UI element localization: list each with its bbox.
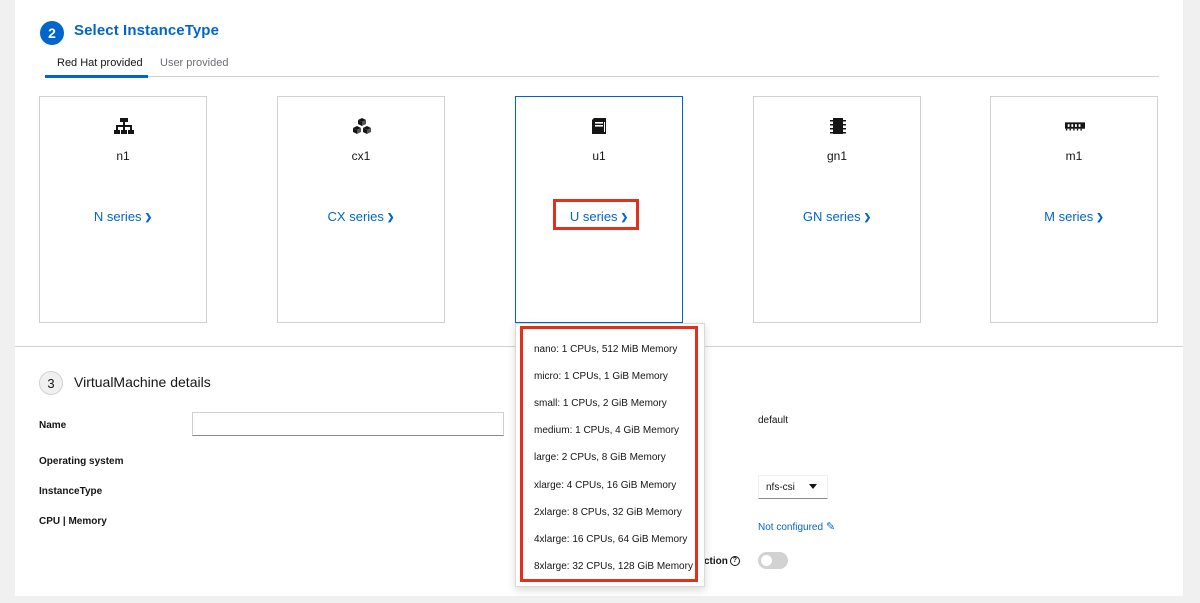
instancetype-label: InstanceType xyxy=(39,486,103,497)
name-input[interactable] xyxy=(192,412,504,436)
storage-class-value: nfs-csi xyxy=(766,482,795,493)
annotation-highlight-box xyxy=(553,199,639,230)
instancetype-card-n1[interactable]: n1 N series ❯ xyxy=(39,96,207,323)
pencil-icon: ✎ xyxy=(826,521,836,533)
series-label: CX series xyxy=(327,209,384,224)
instancetype-card-u1[interactable]: u1 U series ❯ xyxy=(515,96,683,323)
card-name: cx1 xyxy=(351,149,371,163)
active-tab-indicator xyxy=(45,75,148,78)
card-name: n1 xyxy=(116,149,130,163)
sitemap-icon xyxy=(114,117,134,135)
instancetype-card-gn1[interactable]: gn1 GN series ❯ xyxy=(753,96,921,323)
section-title-instancetype: Select InstanceType xyxy=(74,22,220,39)
namespace-value: default xyxy=(758,415,789,426)
series-label: GN series xyxy=(802,209,861,224)
section-title-vm-details: VirtualMachine details xyxy=(74,374,211,390)
chevron-down-icon: ❯ xyxy=(1096,212,1104,222)
instancetype-tabs: Red Hat provided User provided xyxy=(45,50,1159,78)
series-dropdown-toggle[interactable]: M series ❯ xyxy=(991,209,1157,224)
tab-red-hat-provided[interactable]: Red Hat provided xyxy=(57,57,143,69)
series-dropdown-toggle[interactable]: CX series ❯ xyxy=(278,209,444,224)
toggle-label: ction? xyxy=(704,556,740,567)
storage-class-select[interactable]: nfs-csi xyxy=(758,475,828,499)
card-name: u1 xyxy=(592,149,606,163)
feature-toggle-switch[interactable] xyxy=(758,552,788,569)
not-configured-link[interactable]: Not configured ✎ xyxy=(758,520,835,533)
name-label: Name xyxy=(39,420,67,431)
step-number-badge: 2 xyxy=(40,21,64,45)
tab-user-provided[interactable]: User provided xyxy=(160,57,228,69)
chevron-down-icon: ❯ xyxy=(863,212,872,222)
page-edge xyxy=(15,596,1183,603)
cpu-memory-label: CPU | Memory xyxy=(39,516,107,527)
instancetype-card-cx1[interactable]: cx1 CX series ❯ xyxy=(277,96,445,323)
series-label: M series xyxy=(1044,209,1094,224)
card-name: m1 xyxy=(1065,149,1083,163)
server-icon xyxy=(590,117,610,135)
chevron-down-icon: ❯ xyxy=(386,212,395,222)
series-label: N series xyxy=(93,209,142,224)
card-name: gn1 xyxy=(826,149,848,163)
operating-system-label: Operating system xyxy=(39,456,124,467)
memory-icon xyxy=(1065,117,1085,135)
toggle-knob xyxy=(761,555,772,566)
series-dropdown-toggle[interactable]: N series ❯ xyxy=(40,209,206,224)
cubes-icon xyxy=(352,117,372,135)
chip-icon xyxy=(828,117,848,135)
chevron-down-icon: ❯ xyxy=(144,212,153,222)
annotation-highlight-box xyxy=(520,326,698,582)
help-icon[interactable]: ? xyxy=(729,556,740,567)
instancetype-card-m1[interactable]: m1 M series ❯ xyxy=(990,96,1158,323)
series-dropdown-toggle[interactable]: GN series ❯ xyxy=(754,209,920,224)
step-number-badge: 3 xyxy=(39,371,63,395)
caret-down-icon xyxy=(809,484,817,489)
